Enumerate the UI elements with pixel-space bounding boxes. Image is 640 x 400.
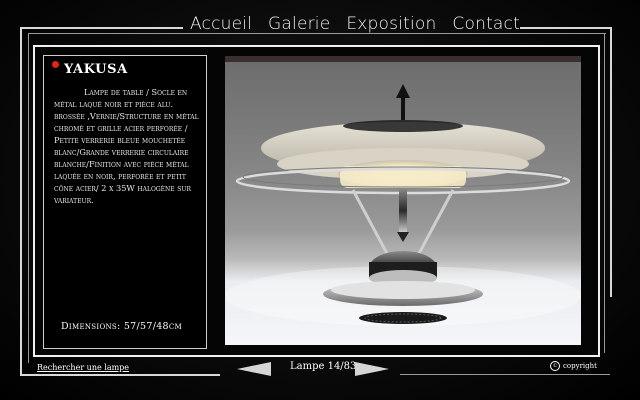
nav-contact[interactable]: Contact: [452, 14, 520, 34]
search-lamp-link[interactable]: Rechercher une lampe: [37, 363, 129, 372]
frame-line-left-outer: [20, 27, 22, 375]
pager: Lampe 14/83: [237, 359, 389, 380]
product-description: Lampe de table / Socle en métal laqué no…: [54, 87, 199, 205]
product-title: YAKUSA: [64, 62, 128, 77]
lamp-illustration: [225, 56, 581, 326]
nav-exposition[interactable]: Exposition: [346, 14, 436, 34]
nav-accueil[interactable]: Accueil: [190, 14, 252, 34]
frame-line-bottom-right: [400, 374, 610, 375]
frame-line-bottom-left: [20, 374, 220, 376]
frame-line-top-right: [520, 27, 612, 29]
prev-arrow-icon[interactable]: [237, 361, 271, 380]
next-arrow-icon[interactable]: [355, 361, 389, 380]
frame-line-left-inner: [28, 33, 29, 363]
frame-line-right-outer: [610, 27, 612, 297]
product-photo: [225, 56, 581, 345]
nav-galerie[interactable]: Galerie: [268, 14, 330, 34]
main-nav: Accueil Galerie Exposition Contact: [190, 10, 520, 38]
frame-line-right-inner: [604, 33, 605, 353]
frame-line-top-left: [20, 27, 183, 29]
bullet-dot-icon: [52, 61, 59, 68]
copyright-notice: c copyright: [550, 361, 597, 371]
product-dimensions: Dimensions: 57/57/48cm: [61, 321, 183, 332]
pager-label: Lampe 14/83: [290, 361, 357, 372]
copyright-icon: c: [550, 361, 560, 371]
copyright-text: copyright: [563, 362, 597, 370]
